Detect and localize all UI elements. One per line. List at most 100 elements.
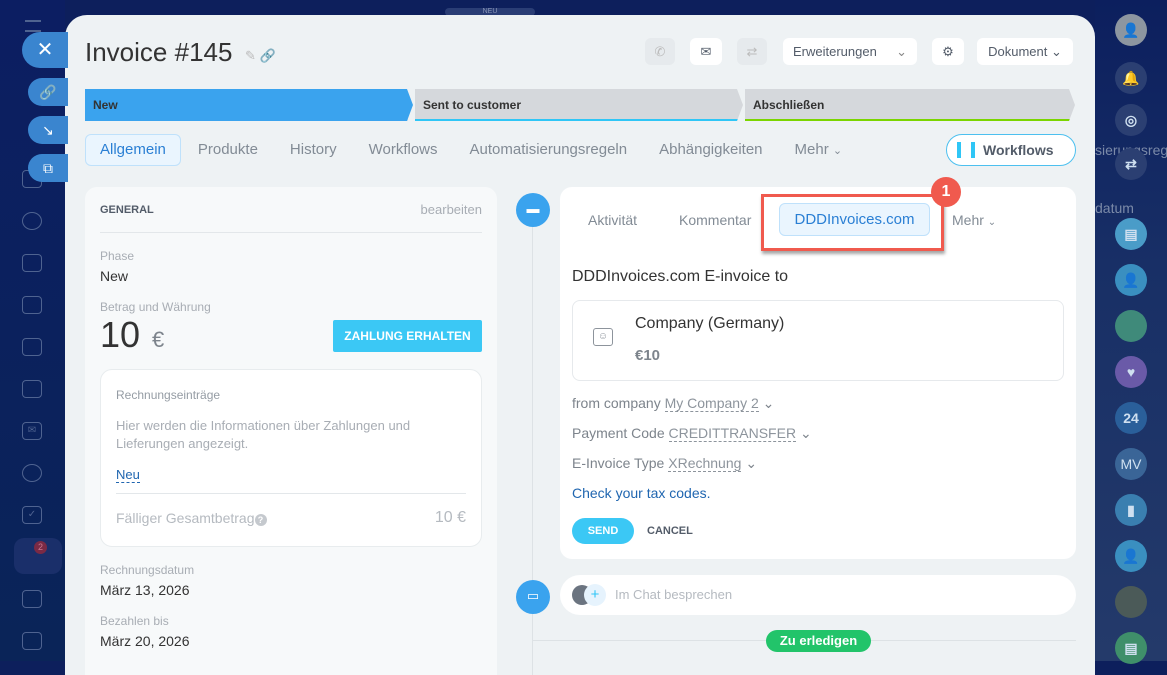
bitrix24-avatar[interactable]: 24	[1115, 402, 1147, 434]
date-value: März 13, 2026	[100, 582, 190, 598]
contacts-icon[interactable]	[22, 464, 42, 482]
tab-more[interactable]: Mehr ⌄	[780, 134, 858, 166]
extensions-button[interactable]: Erweiterungen ⌄	[783, 38, 917, 65]
currency: €	[152, 327, 165, 352]
tab-allgemein[interactable]: Allgemein	[85, 134, 181, 166]
heart-avatar[interactable]: ♥	[1115, 356, 1147, 388]
tab-produkte[interactable]: Produkte	[183, 134, 273, 166]
tax-codes-link[interactable]: Check your tax codes.	[572, 485, 711, 501]
contact-avatar[interactable]: 👤	[1115, 540, 1147, 572]
tab-activity[interactable]: Aktivität	[588, 212, 637, 228]
chat-swap-icon[interactable]: ⇄	[1115, 148, 1147, 180]
chevron-down-icon: ⌄	[799, 425, 812, 441]
activity-editor: Aktivität Kommentar DDDInvoices.com 1 Me…	[560, 177, 1076, 559]
entries-text: Hier werden die Informationen über Zahlu…	[116, 418, 411, 451]
extensions-label: Erweiterungen	[793, 44, 877, 59]
pencil-icon[interactable]: ✎	[245, 48, 256, 63]
chat-placeholder: Im Chat besprechen	[615, 587, 733, 602]
einvoice-heading: DDDInvoices.com E-invoice to	[572, 268, 789, 285]
company-amount: €10	[635, 347, 661, 364]
right-sidebar: 👤 🔔 ◎ sierungsrege ⇄ datum ▤ 👤 ♥ 24 MV ▮…	[1095, 0, 1167, 664]
entries-label: Rechnungseinträge	[116, 388, 221, 402]
stage-sent[interactable]: Sent to customer	[415, 89, 743, 121]
mv-avatar[interactable]: MV	[1115, 448, 1147, 480]
edit-link[interactable]: bearbeiten	[421, 202, 482, 217]
tab-comment[interactable]: Kommentar	[679, 212, 751, 228]
workflows-icon	[957, 142, 975, 158]
section-heading: GENERAL	[100, 204, 154, 216]
help-icon[interactable]: ?	[254, 514, 267, 526]
type-label: E-Invoice Type	[572, 455, 665, 471]
divider	[116, 493, 466, 494]
calendar-icon[interactable]	[22, 254, 42, 272]
workflows-label: Workflows	[983, 142, 1054, 158]
phase-label: Phase	[100, 249, 135, 263]
menu-icon[interactable]	[25, 20, 41, 32]
chevron-down-icon[interactable]: ⌄	[896, 38, 907, 65]
tab-dddinvoices[interactable]: DDDInvoices.com	[779, 203, 930, 236]
user-avatar[interactable]: 👤	[1115, 14, 1147, 46]
from-label: from company	[572, 395, 661, 411]
phone-button[interactable]: ✆	[645, 38, 675, 65]
minimize-button[interactable]: ↘	[28, 116, 68, 144]
store-icon[interactable]	[22, 632, 42, 650]
new-entry-link[interactable]: Neu	[116, 467, 140, 483]
document-label: Dokument	[988, 44, 1048, 59]
chevron-down-icon: ⌄	[745, 455, 758, 471]
contact-avatar[interactable]: 👤	[1115, 264, 1147, 296]
target-icon[interactable]: ◎	[1115, 104, 1147, 136]
schedule-icon[interactable]	[22, 590, 42, 608]
mail-button[interactable]: ✉	[690, 38, 722, 65]
amount-label: Betrag und Währung	[100, 300, 211, 314]
invoice-entries: Rechnungseinträge Hier werden die Inform…	[100, 369, 482, 547]
person-avatar[interactable]	[1115, 586, 1147, 618]
chat-button[interactable]: ⇄	[737, 38, 767, 65]
mail-icon[interactable]: ✉	[22, 422, 42, 440]
document-button[interactable]: Dokument ⌄	[977, 38, 1073, 65]
tab-history[interactable]: History	[275, 134, 352, 166]
tab-dependencies[interactable]: Abhängigkeiten	[644, 134, 777, 166]
payment-code-select[interactable]: Payment Code CREDITTRANSFER ⌄	[572, 425, 812, 442]
chat-avatar[interactable]: ▤	[1115, 218, 1147, 250]
bookmark-avatar[interactable]: ▮	[1115, 494, 1147, 526]
cancel-button[interactable]: CANCEL	[647, 525, 693, 537]
tasks-icon[interactable]: ✓	[22, 506, 42, 524]
close-button[interactable]: ✕	[22, 32, 68, 68]
einvoice-type-select[interactable]: E-Invoice Type XRechnung ⌄	[572, 455, 757, 472]
from-company-select[interactable]: from company My Company 2 ⌄	[572, 395, 774, 412]
payment-label: Payment Code	[572, 425, 665, 441]
hexagon-icon[interactable]	[22, 212, 42, 230]
divider	[100, 232, 482, 233]
more-label: Mehr	[952, 212, 984, 228]
add-icon[interactable]: +	[584, 584, 606, 606]
from-value[interactable]: My Company 2	[664, 395, 759, 412]
bell-icon[interactable]: 🔔	[1115, 62, 1147, 94]
callout-badge: 1	[931, 177, 961, 207]
type-value[interactable]: XRechnung	[668, 455, 742, 472]
file-icon[interactable]	[22, 296, 42, 314]
receive-payment-button[interactable]: ZAHLUNG ERHALTEN	[333, 320, 482, 352]
payment-value[interactable]: CREDITTRANSFER	[668, 425, 797, 442]
stage-new[interactable]: New	[85, 89, 413, 121]
page-title: Invoice #145	[85, 37, 233, 67]
link-icon[interactable]: 🔗	[260, 48, 276, 63]
invoice-slider: Invoice #145 ✎ 🔗 ✆ ✉ ⇄ Erweiterungen ⌄ ⚙ …	[65, 15, 1095, 675]
tab-automation[interactable]: Automatisierungsregeln	[455, 134, 643, 166]
settings-button[interactable]: ⚙	[932, 38, 964, 65]
chat-input[interactable]: + Im Chat besprechen	[560, 575, 1076, 615]
company-icon: ☺	[593, 328, 613, 346]
stage-complete[interactable]: Abschließen	[745, 89, 1075, 121]
copy-link-button[interactable]: 🔗	[28, 78, 68, 106]
send-button[interactable]: SEND	[572, 518, 634, 544]
tab-workflows[interactable]: Workflows	[354, 134, 453, 166]
storage-icon[interactable]	[22, 380, 42, 398]
workflows-button[interactable]: Workflows	[946, 134, 1076, 166]
general-card: GENERAL bearbeiten Phase New Betrag und …	[85, 187, 497, 675]
presentation-icon[interactable]	[22, 338, 42, 356]
green-avatar[interactable]	[1115, 310, 1147, 342]
tab-more[interactable]: Mehr ⌄	[952, 212, 996, 228]
stage-bar: New Sent to customer Abschließen	[85, 89, 1075, 121]
open-new-window-button[interactable]: ⧉	[28, 154, 68, 182]
chat-icon: ▭	[516, 580, 550, 614]
news-avatar[interactable]: ▤	[1115, 632, 1147, 664]
